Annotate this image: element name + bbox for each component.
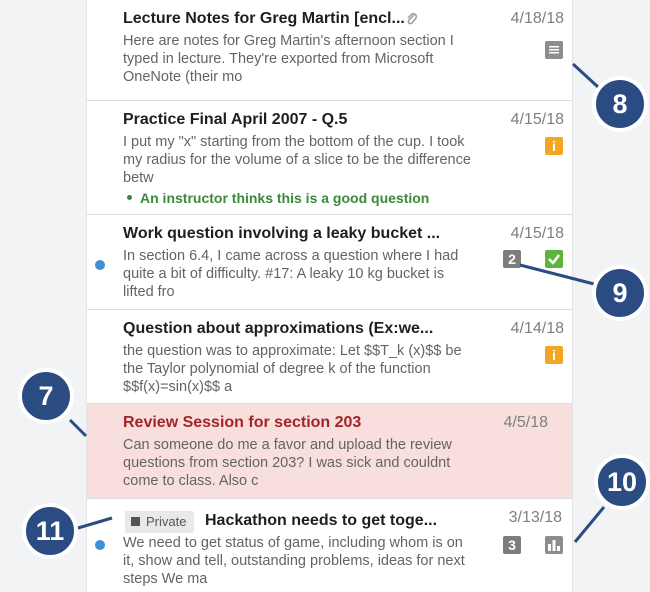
callout-leader-lines (68, 62, 606, 543)
callout-badge-11: 11 (22, 503, 78, 559)
callout-badge-7: 7 (18, 368, 74, 424)
callout-badge-9: 9 (592, 265, 648, 321)
callout-badge-10: 10 (594, 454, 650, 510)
callout-badge-8: 8 (592, 76, 648, 132)
